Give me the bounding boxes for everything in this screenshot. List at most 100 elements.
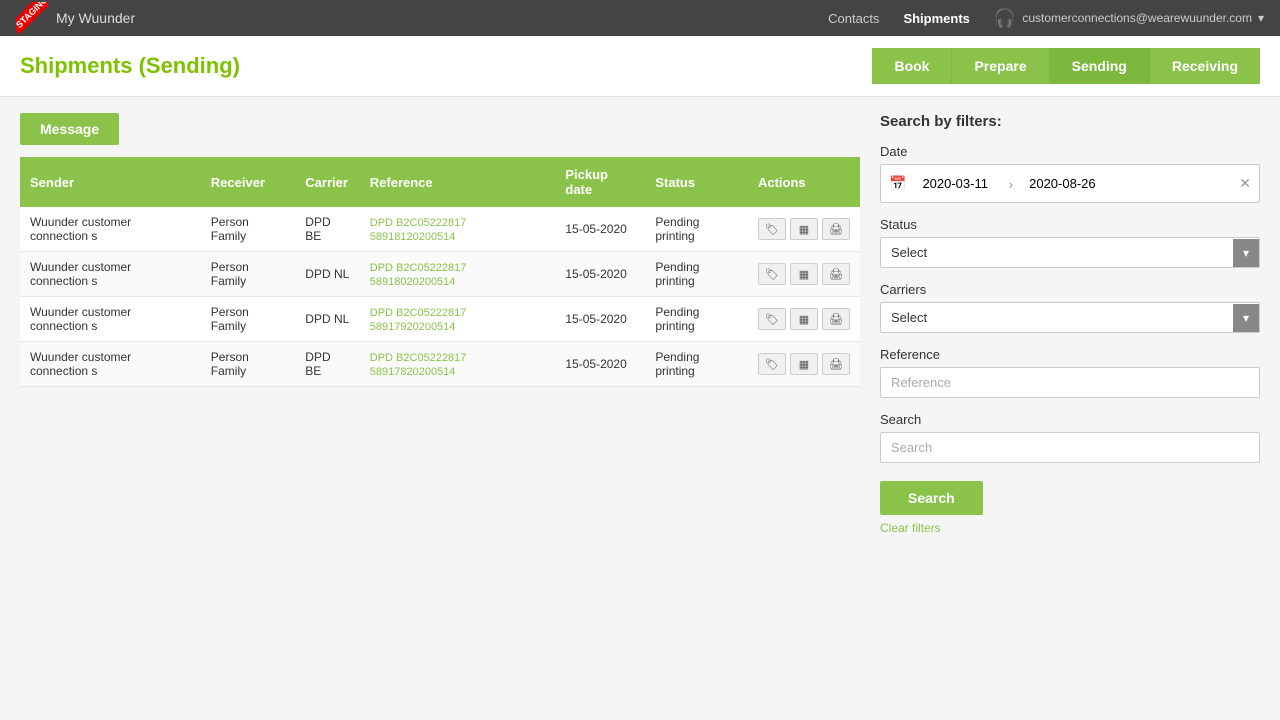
status-select-button[interactable]: ▾ — [1233, 239, 1259, 267]
cell-status: Pending printing — [645, 252, 748, 297]
reference-link[interactable]: DPD B2C05222817 58917920200514 — [370, 307, 467, 333]
clear-filters-link[interactable]: Clear filters — [880, 521, 1260, 535]
col-reference: Reference — [360, 157, 556, 207]
barcode-icon[interactable]: ▦ — [790, 353, 818, 375]
staging-badge-wrap: STAGING — [16, 2, 48, 34]
col-actions: Actions — [748, 157, 860, 207]
label-icon[interactable]: 🏷 — [758, 308, 786, 330]
top-nav: STAGING My Wuunder Contacts Shipments 🎧 … — [0, 0, 1280, 36]
col-pickup-date: Pickup date — [555, 157, 645, 207]
cell-pickup-date: 15-05-2020 — [555, 252, 645, 297]
date-filter-label: Date — [880, 144, 1260, 159]
cell-carrier: DPD BE — [295, 342, 359, 387]
nav-right: Contacts Shipments 🎧 customerconnections… — [828, 8, 1264, 29]
search-filter-label: Search — [880, 412, 1260, 427]
col-sender: Sender — [20, 157, 201, 207]
date-separator: › — [1008, 176, 1013, 192]
cell-reference: DPD B2C05222817 58918020200514 — [360, 252, 556, 297]
cell-actions: 🏷 ▦ 🖨 — [748, 342, 860, 387]
account-email: customerconnections@wearewuunder.com — [1022, 11, 1252, 25]
account-dropdown-icon[interactable]: ▾ — [1258, 11, 1264, 25]
table-row: Wuunder customer connection s Person Fam… — [20, 207, 860, 252]
print-icon[interactable]: 🖨 — [822, 263, 850, 285]
table-row: Wuunder customer connection s Person Fam… — [20, 252, 860, 297]
cell-actions: 🏷 ▦ 🖨 — [748, 207, 860, 252]
table-row: Wuunder customer connection s Person Fam… — [20, 297, 860, 342]
cell-sender: Wuunder customer connection s — [20, 297, 201, 342]
label-icon[interactable]: 🏷 — [758, 353, 786, 375]
reference-input[interactable] — [880, 367, 1260, 398]
message-button[interactable]: Message — [20, 113, 119, 145]
action-icons: 🏷 ▦ 🖨 — [758, 308, 850, 330]
cell-actions: 🏷 ▦ 🖨 — [748, 252, 860, 297]
carriers-select-button[interactable]: ▾ — [1233, 304, 1259, 332]
reference-link[interactable]: DPD B2C05222817 58917820200514 — [370, 352, 467, 378]
content-area: Message Sender Receiver Carrier Referenc… — [0, 97, 1280, 551]
status-filter-label: Status — [880, 217, 1260, 232]
shipments-table: Sender Receiver Carrier Reference Pickup… — [20, 157, 860, 387]
print-icon[interactable]: 🖨 — [822, 218, 850, 240]
cell-receiver: Person Family — [201, 342, 296, 387]
action-buttons: Book Prepare Sending Receiving — [872, 48, 1260, 84]
cell-status: Pending printing — [645, 342, 748, 387]
filters-title: Search by filters: — [880, 113, 1260, 130]
account-icon: 🎧 — [994, 8, 1016, 29]
carriers-select-row: Select ▾ — [880, 302, 1260, 333]
table-row: Wuunder customer connection s Person Fam… — [20, 342, 860, 387]
date-clear-icon[interactable]: ✕ — [1239, 175, 1251, 192]
cell-reference: DPD B2C05222817 58918120200514 — [360, 207, 556, 252]
cell-sender: Wuunder customer connection s — [20, 342, 201, 387]
search-input[interactable] — [880, 432, 1260, 463]
barcode-icon[interactable]: ▦ — [790, 218, 818, 240]
app-title: My Wuunder — [56, 10, 135, 26]
status-filter-group: Status Select ▾ — [880, 217, 1260, 268]
page-header: Shipments (Sending) Book Prepare Sending… — [0, 36, 1280, 97]
cell-pickup-date: 15-05-2020 — [555, 207, 645, 252]
cell-status: Pending printing — [645, 297, 748, 342]
col-receiver: Receiver — [201, 157, 296, 207]
cell-pickup-date: 15-05-2020 — [555, 297, 645, 342]
calendar-icon[interactable]: 📅 — [889, 175, 906, 192]
filters-sidebar: Search by filters: Date 📅 › ✕ Status Sel… — [880, 113, 1260, 535]
barcode-icon[interactable]: ▦ — [790, 263, 818, 285]
prepare-button[interactable]: Prepare — [952, 48, 1049, 84]
book-button[interactable]: Book — [872, 48, 952, 84]
table-header-row: Sender Receiver Carrier Reference Pickup… — [20, 157, 860, 207]
print-icon[interactable]: 🖨 — [822, 308, 850, 330]
label-icon[interactable]: 🏷 — [758, 263, 786, 285]
cell-receiver: Person Family — [201, 252, 296, 297]
nav-contacts[interactable]: Contacts — [828, 11, 879, 26]
sending-button[interactable]: Sending — [1050, 48, 1150, 84]
reference-link[interactable]: DPD B2C05222817 58918120200514 — [370, 217, 467, 243]
cell-status: Pending printing — [645, 207, 748, 252]
cell-carrier: DPD NL — [295, 252, 359, 297]
account-info: 🎧 customerconnections@wearewuunder.com ▾ — [994, 8, 1264, 29]
search-button[interactable]: Search — [880, 481, 983, 515]
date-filter-group: Date 📅 › ✕ — [880, 144, 1260, 203]
label-icon[interactable]: 🏷 — [758, 218, 786, 240]
cell-sender: Wuunder customer connection s — [20, 252, 201, 297]
cell-reference: DPD B2C05222817 58917820200514 — [360, 342, 556, 387]
cell-reference: DPD B2C05222817 58917920200514 — [360, 297, 556, 342]
staging-badge: STAGING — [16, 2, 48, 34]
date-row: 📅 › ✕ — [880, 164, 1260, 203]
barcode-icon[interactable]: ▦ — [790, 308, 818, 330]
cell-carrier: DPD BE — [295, 207, 359, 252]
action-icons: 🏷 ▦ 🖨 — [758, 263, 850, 285]
date-to-input[interactable] — [1019, 169, 1109, 198]
cell-actions: 🏷 ▦ 🖨 — [748, 297, 860, 342]
table-section: Message Sender Receiver Carrier Referenc… — [20, 113, 860, 535]
print-icon[interactable]: 🖨 — [822, 353, 850, 375]
carriers-select-value: Select — [881, 303, 1233, 332]
receiving-button[interactable]: Receiving — [1150, 48, 1260, 84]
status-select-row: Select ▾ — [880, 237, 1260, 268]
action-icons: 🏷 ▦ 🖨 — [758, 218, 850, 240]
date-from-input[interactable] — [912, 169, 1002, 198]
nav-shipments[interactable]: Shipments — [903, 11, 969, 26]
cell-pickup-date: 15-05-2020 — [555, 342, 645, 387]
action-icons: 🏷 ▦ 🖨 — [758, 353, 850, 375]
cell-sender: Wuunder customer connection s — [20, 207, 201, 252]
reference-filter-label: Reference — [880, 347, 1260, 362]
col-status: Status — [645, 157, 748, 207]
reference-link[interactable]: DPD B2C05222817 58918020200514 — [370, 262, 467, 288]
